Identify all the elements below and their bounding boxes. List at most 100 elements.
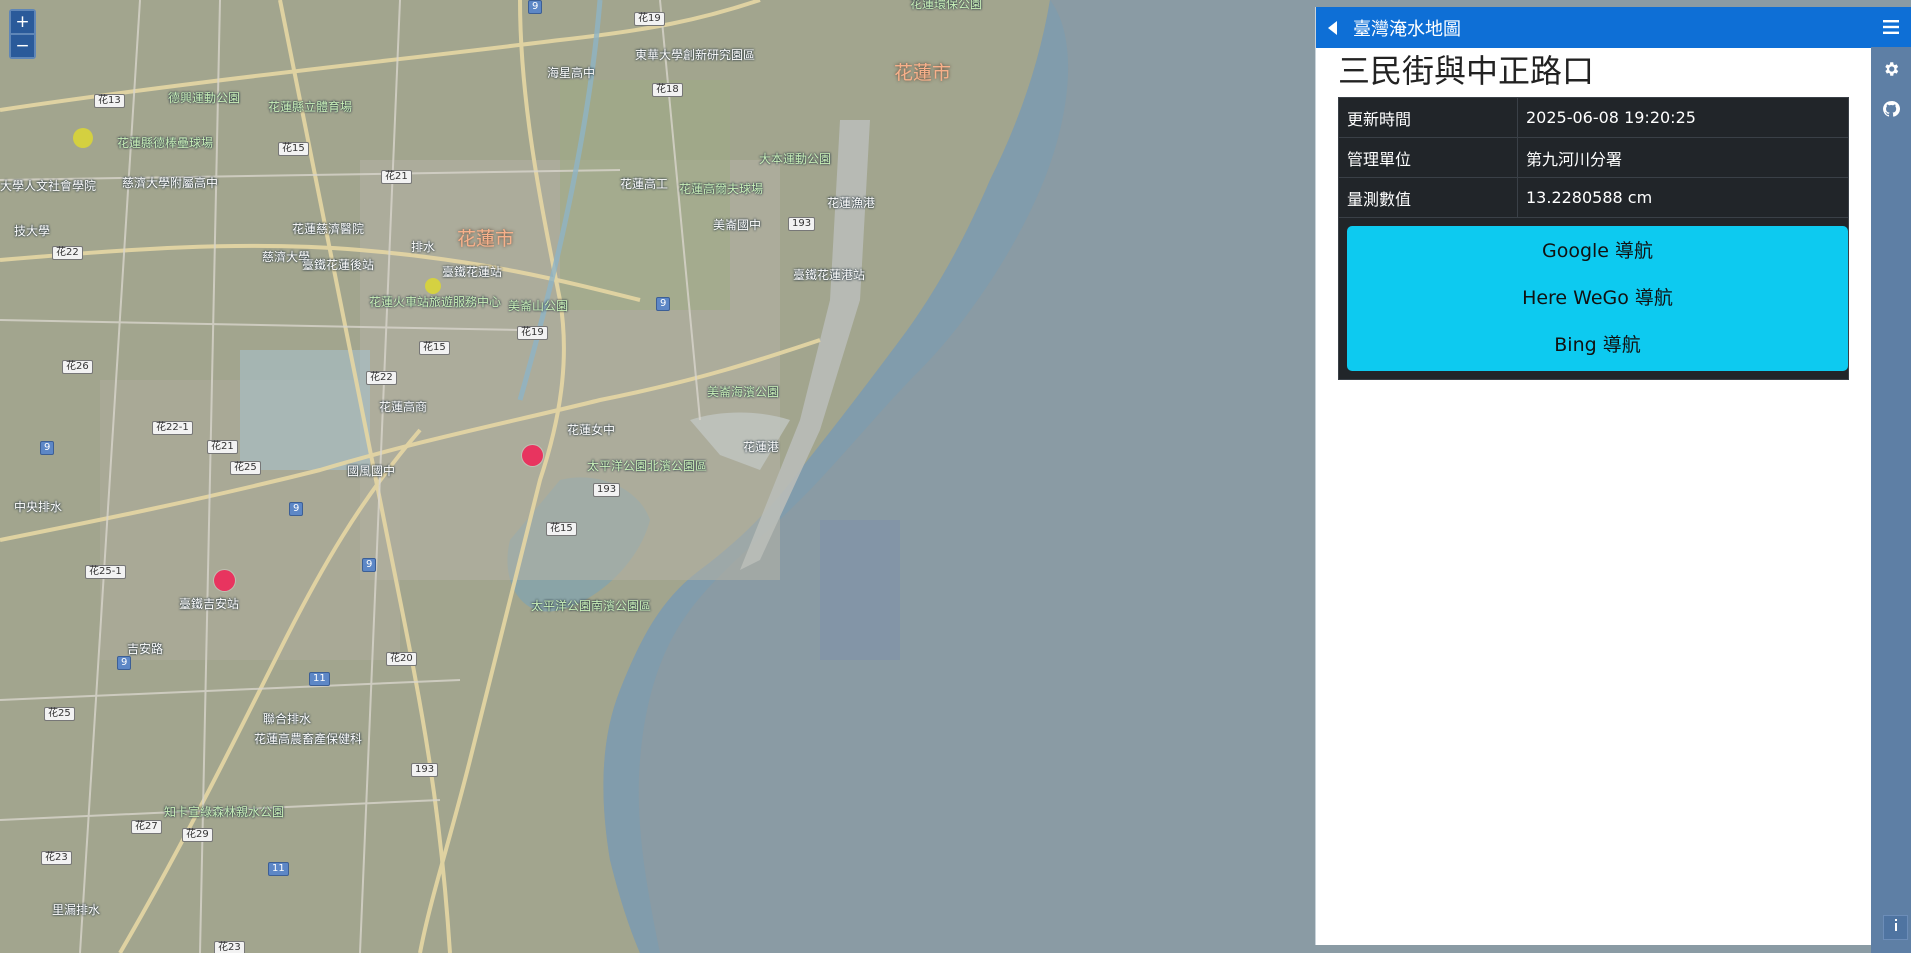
road-shield: 9 [289,502,304,516]
map-label: 花蓮環保公園 [910,0,983,11]
map-label: 吉安路 [127,642,164,656]
map-label: 海星高中 [547,66,596,80]
road-shield: 9 [117,656,132,670]
hamburger-icon [1883,20,1899,34]
map-label: 大本運動公園 [759,152,832,166]
info-button[interactable] [1883,915,1908,940]
map-label: 聯合排水 [263,712,312,726]
app-title: 臺灣淹水地圖 [1353,18,1461,40]
info-key: 管理單位 [1338,137,1518,178]
road-shield: 花15 [419,341,450,355]
map-label: 花蓮高商 [379,400,428,414]
google-navigation-link[interactable]: Google 導航 [1347,228,1848,275]
flood-marker-high[interactable] [214,570,235,591]
zoom-out-button[interactable]: − [11,35,34,57]
here-wego-navigation-link[interactable]: Here WeGo 導航 [1347,275,1848,322]
map-label: 大學人文社會學院 [0,179,97,193]
map-label: 花蓮縣德棒壘球場 [117,136,214,150]
sidebar-panel: 臺灣淹水地圖 三民街與中正路口 更新時間 2025-06-08 19:20:25… [1315,7,1871,945]
road-shield: 花23 [214,941,245,953]
table-row: 更新時間 2025-06-08 19:20:25 [1338,97,1849,138]
zoom-in-button[interactable]: + [11,11,34,33]
road-shield: 花19 [634,12,665,26]
map-label: 里漏排水 [52,903,101,917]
navigation-links: Google 導航 Here WeGo 導航 Bing 導航 [1347,226,1848,371]
info-value: 2025-06-08 19:20:25 [1517,97,1849,138]
gear-icon [1885,62,1899,76]
map-label: 東華大學創新研究園區 [635,48,756,62]
map-label: 花蓮高農畜產保健科 [254,732,363,746]
map-label: 美崙國中 [713,218,762,232]
road-shield: 花23 [41,851,72,865]
road-shield: 花21 [381,170,412,184]
map-label: 德興運動公園 [168,91,241,105]
flood-marker-low[interactable] [73,128,93,148]
tab-settings[interactable] [1871,49,1911,89]
road-shield: 193 [593,483,621,497]
navigation-cell: Google 導航 Here WeGo 導航 Bing 導航 [1338,217,1849,380]
table-row: 量測數值 13.2280588 cm [1338,177,1849,218]
map-label-city: 花蓮市 [457,228,515,250]
road-shield: 花13 [94,94,125,108]
map-label: 臺鐵花蓮站 [442,265,503,279]
map-label: 花蓮火車站旅遊服務中心 [369,295,502,309]
map-label: 臺鐵花蓮港站 [793,268,866,282]
map-label: 花蓮女中 [567,423,616,437]
map-label: 太平洋公園北濱公園區 [587,459,708,473]
map-label: 知卡宣綠森林親水公園 [164,805,285,819]
map-label: 排水 [411,240,436,254]
info-value: 13.2280588 cm [1517,177,1849,218]
info-value: 第九河川分署 [1517,137,1849,178]
tab-home[interactable] [1871,7,1911,47]
road-shield: 花20 [386,652,417,666]
station-info-table: 更新時間 2025-06-08 19:20:25 管理單位 第九河川分署 量測數… [1338,97,1849,380]
zoom-control: + − [9,9,36,59]
road-shield: 9 [656,297,671,311]
road-shield: 花15 [546,522,577,536]
bing-navigation-link[interactable]: Bing 導航 [1347,322,1848,369]
info-icon [1894,919,1897,931]
map-label: 中央排水 [14,500,63,514]
sidebar-header: 臺灣淹水地圖 [1316,7,1871,48]
map-label-city: 花蓮市 [894,62,952,84]
road-shield: 花22 [52,246,83,260]
road-shield: 花29 [182,828,213,842]
station-name: 三民街與中正路口 [1338,52,1595,90]
road-shield: 花22 [366,371,397,385]
road-shield: 9 [40,441,55,455]
github-icon [1883,101,1900,117]
caret-left-icon[interactable] [1328,20,1337,35]
road-shield: 11 [309,672,330,686]
map-label: 花蓮漁港 [827,196,876,210]
road-shield: 9 [362,558,377,572]
road-shield: 花18 [652,83,683,97]
road-shield: 花22-1 [152,421,193,435]
map-label: 臺鐵吉安站 [179,597,240,611]
info-key: 量測數值 [1338,177,1518,218]
map-label: 臺鐵花蓮後站 [302,258,375,272]
map-label: 技大學 [14,224,51,238]
road-shield: 花15 [278,142,309,156]
road-shield: 9 [528,0,543,14]
road-shield: 11 [268,862,289,876]
flood-marker-high[interactable] [522,445,543,466]
road-shield: 花25-1 [85,565,126,579]
map-label: 花蓮慈濟醫院 [292,222,365,236]
table-row: 管理單位 第九河川分署 [1338,137,1849,178]
road-shield: 花25 [230,461,261,475]
map-label: 太平洋公園南濱公園區 [531,599,652,613]
road-shield: 花21 [207,440,238,454]
map-label: 花蓮港 [743,440,780,454]
road-shield: 花26 [62,360,93,374]
map-label: 美崙山公園 [508,299,569,313]
road-shield: 花19 [517,326,548,340]
map-label: 花蓮縣立體育場 [268,100,353,114]
road-shield: 193 [788,217,816,231]
map-label: 慈濟大學附屬高中 [122,176,219,190]
sidebar-tabs [1871,7,1911,953]
tab-github[interactable] [1871,89,1911,129]
station-detail: 三民街與中正路口 更新時間 2025-06-08 19:20:25 管理單位 第… [1316,51,1871,380]
map-label: 國風國中 [347,464,396,478]
map-label: 花蓮高爾夫球場 [679,182,764,196]
flood-marker-low[interactable] [425,278,441,294]
